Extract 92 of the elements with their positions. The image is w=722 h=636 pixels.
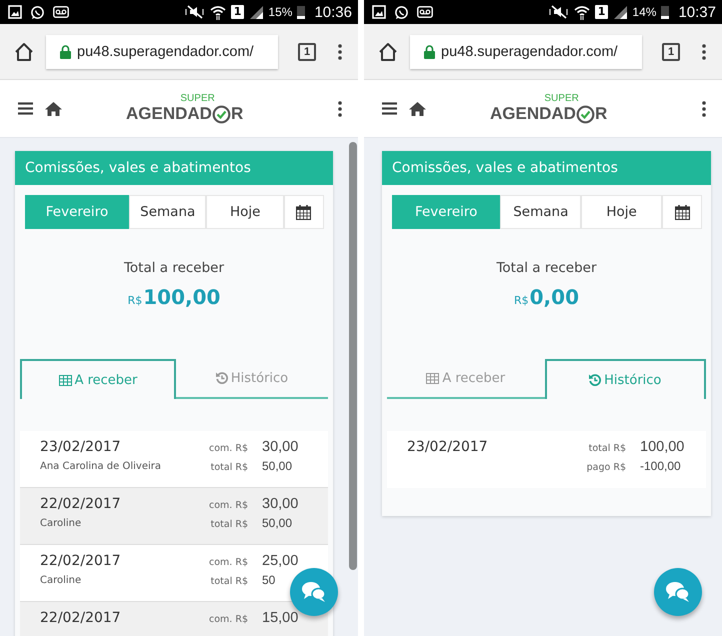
card-title: Comissões, vales e abatimentos	[15, 151, 333, 185]
more-icon[interactable]	[338, 44, 342, 60]
list-row[interactable]: 23/02/2017 Ana Carolina de Oliveira com. R$ 30,00 total R$ 50,00	[20, 431, 328, 488]
calendar-button[interactable]	[662, 195, 702, 229]
period-button[interactable]: Hoje	[581, 195, 662, 229]
amount-value: 15,00	[262, 610, 300, 626]
tab-count-button[interactable]: 1	[298, 42, 316, 60]
menu-icon[interactable]	[382, 102, 397, 115]
clock-icon	[212, 104, 231, 124]
total-label: Total a receber	[122, 260, 226, 276]
amount-label: total R$	[210, 519, 248, 530]
amount-value: 30,00	[262, 439, 300, 455]
row-name: Caroline	[40, 575, 82, 586]
chat-icon	[30, 4, 45, 20]
amount-label: com. R$	[208, 557, 248, 568]
amount-value: -100,00	[640, 459, 682, 473]
row-date: 23/02/2017	[40, 439, 122, 455]
home-icon[interactable]	[378, 42, 398, 62]
battery-icon	[297, 5, 306, 19]
amount-label: pago R$	[586, 462, 626, 473]
address-field[interactable]: pu48.superagendador.com/	[410, 34, 642, 68]
scrollbar[interactable]	[349, 142, 357, 570]
row-name: Caroline	[40, 518, 82, 529]
lock-icon	[60, 44, 71, 58]
clock-time: 10:37	[678, 4, 716, 20]
amount-label: com. R$	[208, 614, 248, 625]
more-icon[interactable]	[338, 100, 342, 116]
amount-value: 50,00	[262, 459, 294, 473]
row-date: 22/02/2017	[40, 553, 121, 569]
picture-icon	[8, 5, 22, 19]
sim-indicator: 1	[594, 5, 608, 19]
table-icon	[58, 374, 72, 386]
address-field[interactable]: pu48.superagendador.com/	[46, 34, 278, 68]
list-row[interactable]: 22/02/2017 com. R$ 15,00	[20, 602, 328, 636]
amount-value: 50	[262, 573, 276, 587]
calendar-icon	[296, 204, 312, 220]
period-button[interactable]: Hoje	[206, 195, 284, 229]
total-amount: R$0,00	[512, 285, 580, 309]
history-icon	[589, 374, 602, 386]
chat-icon	[394, 4, 409, 20]
picture-icon	[372, 5, 386, 19]
mute-icon	[184, 5, 205, 19]
menu-icon[interactable]	[18, 102, 33, 115]
amount-value: 100,00	[640, 439, 686, 455]
chat-icon	[301, 581, 327, 603]
tab-count-button[interactable]: 1	[662, 42, 680, 60]
signal-icon	[613, 5, 628, 19]
row-name: Ana Carolina de Oliveira	[40, 461, 162, 472]
table-icon	[426, 372, 440, 384]
logo: SUPER AGENDAD R	[126, 94, 244, 124]
amount-value: 30,00	[262, 496, 300, 512]
more-icon[interactable]	[702, 44, 706, 60]
amount-value: 50,00	[262, 516, 294, 530]
more-icon[interactable]	[702, 100, 706, 116]
list-row[interactable]: 22/02/2017 Caroline com. R$ 30,00 total R$ 50,00	[20, 488, 328, 545]
voicemail-icon	[53, 6, 69, 18]
row-date: 22/02/2017	[40, 496, 121, 512]
period-button[interactable]: Semana	[128, 195, 206, 229]
history-icon	[216, 372, 228, 384]
lock-icon	[424, 44, 435, 58]
home-icon[interactable]	[409, 102, 426, 116]
calendar-button[interactable]	[284, 195, 324, 229]
wifi-icon	[210, 4, 226, 20]
amount-label: com. R$	[208, 443, 248, 454]
battery-level: 14%	[632, 5, 656, 19]
period-button[interactable]: Semana	[500, 195, 582, 229]
list-row[interactable]: 23/02/2017 total R$ 100,00 pago R$ -100,00	[387, 431, 706, 488]
list-row[interactable]: 22/02/2017 Caroline com. R$ 25,00 total R$ 50	[20, 545, 328, 602]
total-amount: R$100,00	[126, 285, 222, 309]
wifi-icon	[574, 4, 590, 20]
home-icon[interactable]	[14, 42, 34, 62]
amount-label: total R$	[210, 576, 248, 587]
sim-indicator: 1	[230, 5, 244, 19]
logo: SUPER AGENDAD R	[490, 94, 608, 124]
home-icon[interactable]	[45, 102, 62, 116]
amount-label: total R$	[210, 462, 248, 473]
total-label: Total a receber	[495, 260, 598, 276]
mute-icon	[548, 5, 569, 19]
clock-time: 10:36	[314, 4, 352, 20]
chat-icon	[665, 581, 691, 603]
voicemail-icon	[417, 6, 433, 18]
row-date: 23/02/2017	[407, 439, 488, 455]
card-title: Comissões, vales e abatimentos	[382, 151, 711, 185]
row-date: 22/02/2017	[40, 610, 121, 626]
amount-label: com. R$	[208, 500, 248, 511]
signal-icon	[249, 5, 264, 19]
battery-level: 15%	[268, 5, 292, 19]
amount-value: 25,00	[262, 553, 300, 569]
battery-icon	[661, 5, 670, 19]
clock-icon	[576, 104, 595, 124]
calendar-icon	[674, 204, 690, 220]
amount-label: total R$	[588, 443, 626, 454]
